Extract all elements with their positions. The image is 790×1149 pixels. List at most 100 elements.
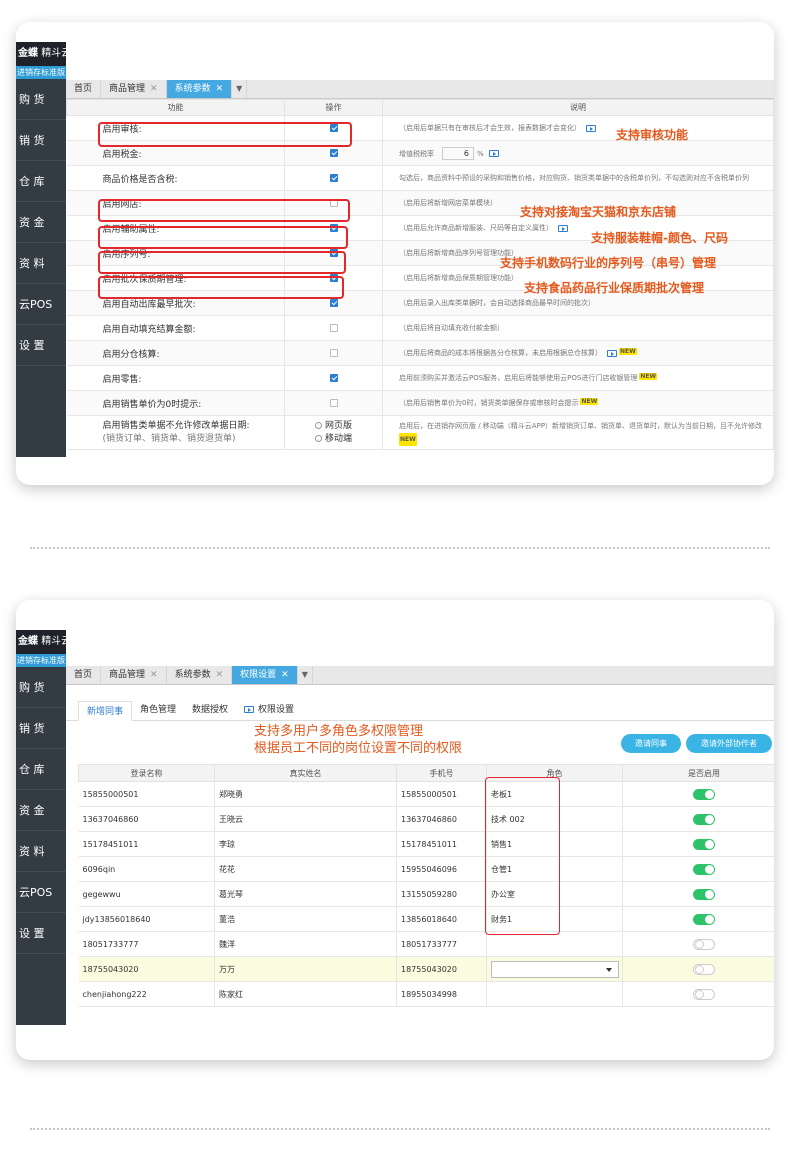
sidebar-item-data[interactable]: 资 料 xyxy=(16,243,66,284)
close-icon[interactable]: ✕ xyxy=(150,670,158,680)
checkbox-mobile[interactable] xyxy=(315,435,322,442)
param-description: （启用后单据只有在审核后才会生效，报表数据才会变化） xyxy=(399,124,581,132)
tab-system-params[interactable]: 系统参数 ✕ xyxy=(166,80,233,98)
sidebar-item-sales[interactable]: 销 货 xyxy=(16,120,66,161)
sidebar-item-funds[interactable]: 资 金 xyxy=(16,202,66,243)
tab-more-dropdown[interactable]: ▼ xyxy=(298,666,313,684)
subtab-role-management[interactable]: 角色管理 xyxy=(132,700,184,720)
param-checkbox[interactable] xyxy=(329,323,338,332)
user-realname: 万万 xyxy=(214,956,397,982)
tab-permission-settings[interactable]: 权限设置 ✕ xyxy=(232,666,298,684)
table-row[interactable]: 18051733777 魏洋 18051733777 xyxy=(78,931,774,957)
table-row[interactable]: 15855000501 郑晓勇 15855000501 老板1 xyxy=(78,781,774,807)
option-mobile[interactable]: 移动端 xyxy=(315,433,382,446)
invite-colleague-button[interactable]: 邀请同事 xyxy=(621,734,681,753)
param-name: 启用销售单价为0时提示: xyxy=(66,390,285,416)
user-login: 18755043020 xyxy=(78,956,215,982)
user-login: 15855000501 xyxy=(78,781,215,807)
tab-bar: 首页 商品管理 ✕ 系统参数 ✕ ▼ xyxy=(66,80,774,99)
close-icon[interactable]: ✕ xyxy=(216,670,224,680)
invite-external-button[interactable]: 邀请外部协作者 xyxy=(686,734,772,753)
tab-bar: 首页 商品管理 ✕ 系统参数 ✕ 权限设置 ✕ ▼ xyxy=(66,666,774,685)
sidebar-item-settings[interactable]: 设 置 xyxy=(16,325,66,366)
sidebar-item-cloud-pos[interactable]: 云POS xyxy=(16,284,66,325)
enabled-toggle[interactable] xyxy=(693,788,715,800)
enabled-toggle[interactable] xyxy=(693,988,715,1000)
user-phone: 15178451011 xyxy=(396,831,487,857)
annotation-serial-number: 支持手机数码行业的序列号（串号）管理 xyxy=(500,256,717,270)
enabled-toggle[interactable] xyxy=(693,813,715,825)
subtab-add-colleague[interactable]: 新增同事 xyxy=(78,701,133,721)
param-description: （启用后将商品的成本将根据各分仓核算，未启用根据总仓核算） xyxy=(399,349,602,357)
param-name: 启用零售: xyxy=(66,365,285,391)
highlight-box xyxy=(98,122,352,147)
param-checkbox[interactable] xyxy=(329,348,338,357)
video-icon[interactable] xyxy=(488,150,499,157)
sidebar-item-purchase[interactable]: 购 货 xyxy=(16,79,66,120)
video-icon[interactable] xyxy=(558,224,568,232)
enabled-toggle[interactable] xyxy=(693,913,715,925)
param-checkbox[interactable] xyxy=(329,173,338,182)
tab-more-dropdown[interactable]: ▼ xyxy=(232,80,248,98)
sidebar-item-settings[interactable]: 设 置 xyxy=(16,913,66,954)
user-realname: 王晓云 xyxy=(214,806,397,832)
close-icon[interactable]: ✕ xyxy=(281,670,289,680)
sidebar-item-sales[interactable]: 销 货 xyxy=(16,708,66,749)
sidebar-item-data[interactable]: 资 料 xyxy=(16,831,66,872)
param-description: （启用后销售单价为0时，销货类单据保存或审核时会提示 xyxy=(399,399,579,407)
tab-product-management[interactable]: 商品管理 ✕ xyxy=(101,666,167,684)
option-web[interactable]: 网页版 xyxy=(315,420,382,433)
param-checkbox[interactable] xyxy=(329,373,338,382)
enabled-toggle[interactable] xyxy=(693,838,715,850)
table-row[interactable]: chenjiahong222 陈家红 18955034998 xyxy=(78,981,774,1007)
video-icon[interactable] xyxy=(244,706,255,713)
checkbox-web[interactable] xyxy=(315,422,322,429)
table-row[interactable]: 6096qin 花花 15955046096 仓管1 xyxy=(78,856,774,882)
table-row[interactable]: 13637046860 王晓云 13637046860 技术 002 xyxy=(78,806,774,832)
sidebar: 金蝶 精斗云 进销存标准版 购 货 销 货 仓 库 资 金 资 料 云POS 设… xyxy=(16,42,66,457)
sidebar-item-warehouse[interactable]: 仓 库 xyxy=(16,161,66,202)
tab-home[interactable]: 首页 xyxy=(66,666,102,684)
close-icon[interactable]: ✕ xyxy=(216,84,224,94)
table-row[interactable]: 18755043020 万万 18755043020 xyxy=(78,956,774,982)
param-checkbox[interactable] xyxy=(329,148,338,157)
params-row: 启用分仓核算: （启用后将商品的成本将根据各分仓核算，未启用根据总仓核算） NEW xyxy=(66,340,774,366)
new-badge: NEW xyxy=(639,373,658,380)
role-select[interactable] xyxy=(491,960,619,978)
user-login: gegewwu xyxy=(78,881,215,907)
annotation-audit: 支持审核功能 xyxy=(616,128,689,142)
sidebar-item-warehouse[interactable]: 仓 库 xyxy=(16,749,66,790)
tax-rate-input[interactable]: 6 xyxy=(442,146,474,160)
sidebar-item-purchase[interactable]: 购 货 xyxy=(16,667,66,708)
enabled-toggle[interactable] xyxy=(693,863,715,875)
tab-home[interactable]: 首页 xyxy=(66,80,102,98)
param-checkbox[interactable] xyxy=(329,298,338,307)
edition-label: 进销存标准版 xyxy=(16,654,66,667)
enabled-toggle[interactable] xyxy=(693,888,715,900)
user-phone: 15955046096 xyxy=(396,856,487,882)
param-description: （启用后允许商品新增服装、尺码等自定义属性） xyxy=(399,224,553,232)
annotation-batch-expiry: 支持食品药品行业保质期批次管理 xyxy=(524,281,705,295)
users-table: 登录名称 真实姓名 手机号 角色 是否启用 15855000501 郑晓勇 1585… xyxy=(78,764,774,1007)
param-subtitle: (销货订单、销货单、销货退货单) xyxy=(102,434,236,444)
enabled-toggle[interactable] xyxy=(693,963,715,975)
table-row[interactable]: jdy13856018640 董浩 13856018640 财务1 xyxy=(78,906,774,932)
tab-system-params[interactable]: 系统参数 ✕ xyxy=(167,666,233,684)
sidebar-item-funds[interactable]: 资 金 xyxy=(16,790,66,831)
user-realname: 魏洋 xyxy=(214,931,397,957)
user-phone: 13155059280 xyxy=(396,881,487,907)
tab-product-management[interactable]: 商品管理 ✕ xyxy=(101,80,167,98)
video-icon[interactable] xyxy=(607,349,617,357)
close-icon[interactable]: ✕ xyxy=(150,84,158,94)
table-row[interactable]: 15178451011 李琼 15178451011 销售1 xyxy=(78,831,774,857)
user-role xyxy=(486,931,623,957)
params-row: 启用自动填充结算金额: （启用后将自动填充收付款金额） xyxy=(66,315,774,341)
table-row[interactable]: gegewwu 葛光琴 13155059280 办公室 xyxy=(78,881,774,907)
enabled-toggle[interactable] xyxy=(693,938,715,950)
video-icon[interactable] xyxy=(586,124,596,132)
highlight-box xyxy=(98,251,346,274)
subtab-data-authorization[interactable]: 数据授权 xyxy=(184,700,236,720)
sidebar-item-cloud-pos[interactable]: 云POS xyxy=(16,872,66,913)
subtab-permission-settings[interactable]: 权限设置 xyxy=(236,700,302,720)
param-checkbox[interactable] xyxy=(329,398,338,407)
